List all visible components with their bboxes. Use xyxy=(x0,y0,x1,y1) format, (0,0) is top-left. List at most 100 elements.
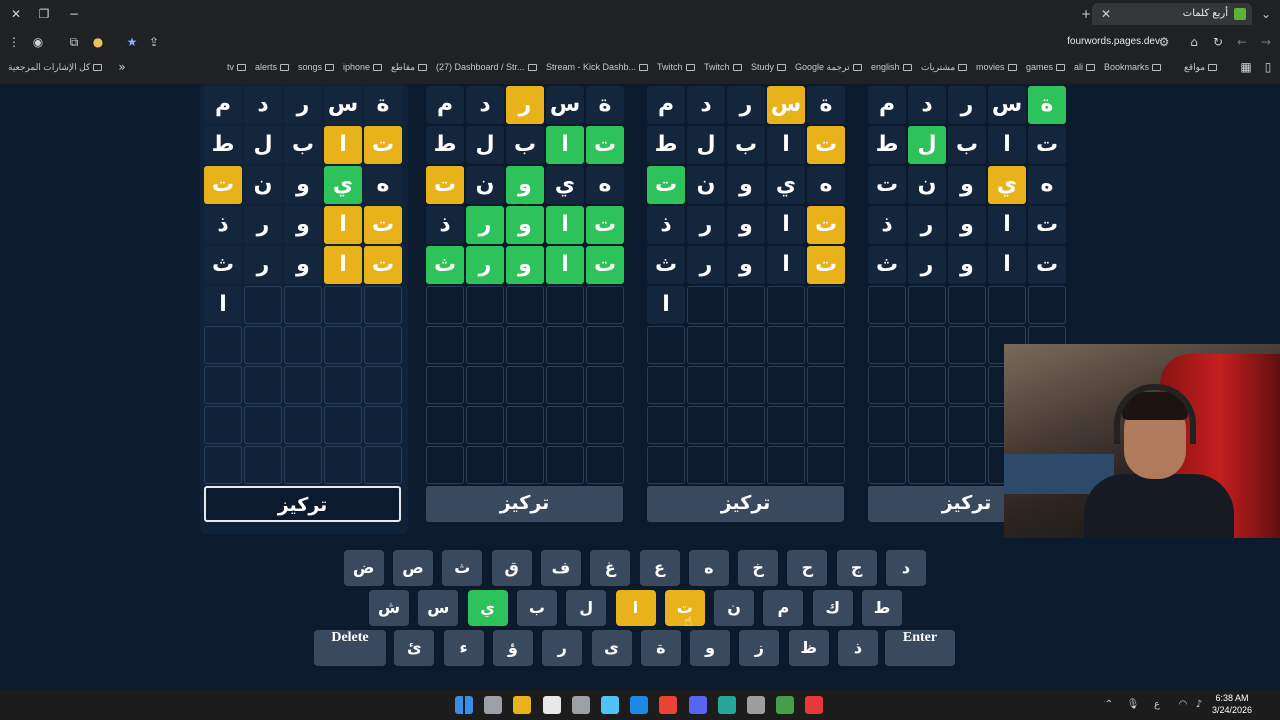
keyboard-key[interactable]: ح xyxy=(787,550,828,586)
bookmark-item[interactable]: Study xyxy=(751,59,789,75)
keyboard-key[interactable]: غ xyxy=(590,550,631,586)
bookmark-item[interactable]: Twitch xyxy=(657,59,698,75)
keyboard-key[interactable]: ث xyxy=(442,550,483,586)
keyboard-key[interactable]: ز xyxy=(739,630,780,666)
keyboard-key[interactable]: ل xyxy=(566,590,607,626)
enter-key[interactable]: Enter xyxy=(885,630,955,666)
keyboard-key[interactable]: ف xyxy=(540,550,581,586)
focus-button[interactable]: تركيز xyxy=(426,486,623,522)
edge-icon[interactable] xyxy=(630,696,649,714)
input-language[interactable]: ع xyxy=(1150,697,1164,713)
terminal-icon[interactable] xyxy=(571,696,590,714)
keyboard-key[interactable]: ج xyxy=(836,550,877,586)
share-icon[interactable]: ⇪ xyxy=(146,34,162,50)
minimize-window-icon[interactable]: − xyxy=(66,6,82,22)
sidebar-icon[interactable]: ▯ xyxy=(1260,59,1276,75)
keyboard-key[interactable]: ه xyxy=(688,550,729,586)
bookmark-item[interactable]: Twitch xyxy=(704,59,745,75)
extension-icon[interactable]: ● xyxy=(90,34,106,50)
keyboard-key[interactable]: د xyxy=(886,550,926,586)
home-icon[interactable]: ⌂ xyxy=(1186,34,1202,50)
steam-icon[interactable] xyxy=(601,696,619,714)
bookmark-item[interactable]: مشتريات xyxy=(921,59,970,75)
keyboard-key[interactable]: ذ xyxy=(838,630,878,666)
taskbar-clock[interactable]: 6:38 AM 3/24/2026 xyxy=(1212,692,1252,716)
site-settings-icon[interactable]: ⚙ xyxy=(1156,34,1172,50)
keyboard-key[interactable]: و xyxy=(690,630,731,666)
keyboard-key[interactable]: ئ xyxy=(394,630,435,666)
apps-grid-icon[interactable]: ▦ xyxy=(1238,59,1254,75)
forward-icon[interactable]: ← xyxy=(1234,34,1250,50)
bookmark-item[interactable]: songs xyxy=(298,59,337,75)
letter-tile xyxy=(1028,286,1066,324)
bookmark-item[interactable]: movies xyxy=(976,59,1020,75)
address-bar[interactable]: fourwords.pages.dev xyxy=(1000,32,1160,52)
bookmark-item[interactable]: tv xyxy=(227,59,249,75)
keyboard-key[interactable]: ة xyxy=(640,630,681,666)
letter-tile xyxy=(204,446,242,484)
notes-icon[interactable] xyxy=(747,696,765,714)
bookmark-item[interactable]: english xyxy=(871,59,915,75)
volume-icon[interactable]: ♪ xyxy=(1192,697,1206,713)
store-icon[interactable] xyxy=(542,696,561,714)
keyboard-key[interactable]: ء xyxy=(443,630,484,666)
tab-search-icon[interactable]: ⌄ xyxy=(1258,6,1274,22)
task-view-icon[interactable] xyxy=(484,696,503,714)
keyboard-key[interactable]: م xyxy=(763,590,804,626)
keyboard-key[interactable]: خ xyxy=(738,550,779,586)
keyboard-key[interactable]: ر xyxy=(542,630,583,666)
more-bookmarks-icon[interactable]: » xyxy=(114,59,130,75)
keyboard-key[interactable]: ق xyxy=(491,550,532,586)
keyboard-key[interactable]: ك xyxy=(812,590,853,626)
keyboard-key[interactable]: ن xyxy=(714,590,755,626)
active-tab[interactable]: ✕ أربع كلمات xyxy=(1092,3,1252,25)
focus-button[interactable]: تركيز xyxy=(204,486,401,522)
recorder-icon[interactable] xyxy=(805,696,824,714)
keyboard-key[interactable]: ا xyxy=(615,590,656,626)
all-bookmarks-link[interactable]: كل الإشارات المرجعية xyxy=(8,59,105,75)
keyboard-key[interactable]: ط xyxy=(862,590,902,626)
wifi-icon[interactable]: ◠ xyxy=(1176,697,1190,713)
profile-icon[interactable]: ◉ xyxy=(30,34,46,50)
keyboard-key[interactable]: ع xyxy=(639,550,680,586)
search-app-icon[interactable] xyxy=(717,696,736,714)
focus-button[interactable]: تركيز xyxy=(647,486,844,522)
bookmark-item[interactable]: alerts xyxy=(255,59,292,75)
file-explorer-icon[interactable] xyxy=(513,696,532,714)
xbox-icon[interactable] xyxy=(776,696,795,714)
close-tab-icon[interactable]: ✕ xyxy=(1098,6,1114,22)
extensions-icon[interactable]: ⧉ xyxy=(66,34,82,50)
back-icon[interactable]: → xyxy=(1258,34,1274,50)
discord-icon[interactable] xyxy=(688,696,707,714)
bookmark-item[interactable]: games xyxy=(1026,59,1068,75)
bookmark-item[interactable]: (27) Dashboard / Str... xyxy=(436,59,540,75)
keyboard-key[interactable]: ي xyxy=(467,590,508,626)
keyboard-key[interactable]: ى xyxy=(591,630,632,666)
restore-window-icon[interactable]: ❐ xyxy=(36,6,52,22)
bookmark-item[interactable]: مقاطع xyxy=(391,59,430,75)
word-board-1: م د ر س ة ط ل ب ا ت ت ن و ي ه ذ ر و ا ت ث ر و ا ت ا تركيز xyxy=(200,84,408,534)
bookmark-item[interactable]: Bookmarks xyxy=(1104,59,1164,75)
bookmark-item[interactable]: Google ترجمة xyxy=(795,59,865,75)
bookmark-item[interactable]: ali xyxy=(1074,59,1098,75)
bookmark-item[interactable]: Stream - Kick Dashb... xyxy=(546,59,651,75)
keyboard-key[interactable]: ض xyxy=(343,550,384,586)
keyboard-key[interactable]: ؤ xyxy=(492,630,533,666)
tray-chevron-icon[interactable]: ⌃ xyxy=(1102,697,1116,713)
keyboard-key[interactable]: ص xyxy=(393,550,433,586)
close-window-icon[interactable]: ✕ xyxy=(8,6,24,22)
keyboard-key[interactable]: ب xyxy=(516,590,557,626)
letter-tile xyxy=(586,326,624,364)
bookmark-item[interactable]: iphone xyxy=(343,59,385,75)
chrome-icon[interactable] xyxy=(659,696,678,714)
start-icon[interactable] xyxy=(455,696,473,714)
keyboard-key[interactable]: ظ xyxy=(788,630,829,666)
bookmark-sites[interactable]: مواقع xyxy=(1184,59,1220,75)
microphone-icon[interactable]: 🎙 xyxy=(1126,697,1140,713)
menu-icon[interactable]: ⋮ xyxy=(6,34,22,50)
bookmark-star-icon[interactable]: ★ xyxy=(124,34,140,50)
reload-icon[interactable]: ↻ xyxy=(1210,34,1226,50)
delete-key[interactable]: Delete xyxy=(314,630,386,666)
keyboard-key[interactable]: س xyxy=(418,590,459,626)
keyboard-key[interactable]: ش xyxy=(369,590,409,626)
